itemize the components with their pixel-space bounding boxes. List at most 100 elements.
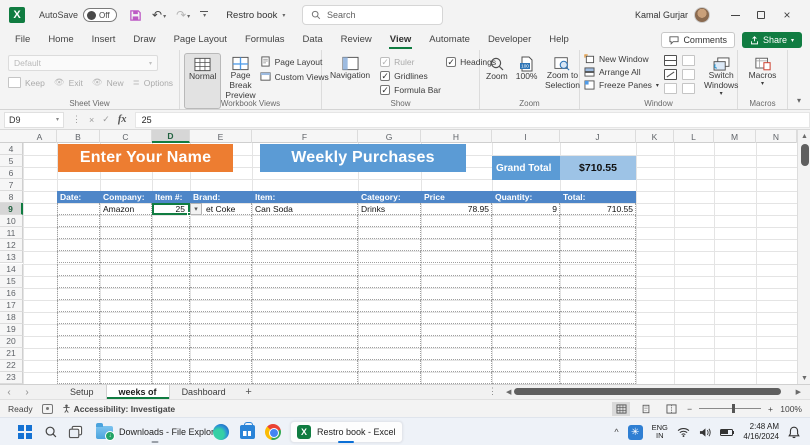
table-cell-D10[interactable]	[152, 215, 190, 227]
table-cell-D18[interactable]	[152, 312, 190, 324]
sheet-tab-weeks-of[interactable]: weeks of	[106, 385, 170, 399]
column-header-C[interactable]: C	[100, 130, 152, 143]
table-cell-E14[interactable]	[190, 264, 252, 276]
table-cell-B23[interactable]	[57, 372, 100, 384]
exit-sheet-view-button[interactable]: 👁Exit	[54, 77, 83, 88]
data-validation-dropdown[interactable]: ▾	[190, 203, 202, 215]
row-header-14[interactable]: 14	[0, 264, 23, 276]
table-cell-J14[interactable]	[560, 264, 636, 276]
table-cell-I23[interactable]	[492, 372, 560, 384]
table-cell-H13[interactable]	[421, 251, 492, 263]
table-header-price[interactable]: Price	[421, 191, 492, 203]
table-cell-C12[interactable]	[100, 239, 152, 251]
table-header-item[interactable]: Item:	[252, 191, 358, 203]
table-cell-I18[interactable]	[492, 312, 560, 324]
sheet-tab-dashboard[interactable]: Dashboard	[170, 385, 238, 399]
new-window-button[interactable]: New Window	[584, 54, 659, 64]
column-header-K[interactable]: K	[636, 130, 674, 143]
zoom-slider[interactable]	[699, 408, 761, 409]
row-header-11[interactable]: 11	[0, 227, 23, 239]
table-cell-C11[interactable]	[100, 227, 152, 239]
zoom-in-button[interactable]: +	[768, 404, 773, 414]
table-cell-B13[interactable]	[57, 251, 100, 263]
table-cell-H17[interactable]	[421, 300, 492, 312]
comments-button[interactable]: Comments	[661, 32, 735, 48]
table-cell-J21[interactable]	[560, 348, 636, 360]
table-cell-H20[interactable]	[421, 336, 492, 348]
table-cell-I10[interactable]	[492, 215, 560, 227]
row-header-8[interactable]: 8	[0, 191, 23, 203]
table-cell-C20[interactable]	[100, 336, 152, 348]
table-cell-B18[interactable]	[57, 312, 100, 324]
table-cell-J15[interactable]	[560, 276, 636, 288]
table-cell-H22[interactable]	[421, 360, 492, 372]
prev-sheet-button[interactable]: ‹	[0, 385, 18, 399]
table-cell-G11[interactable]	[358, 227, 421, 239]
cell-E9[interactable]: et Coke	[203, 203, 252, 215]
notification-bell-icon[interactable]	[788, 426, 800, 439]
formula-bar-checkbox[interactable]: ✓Formula Bar	[380, 83, 446, 97]
table-cell-H23[interactable]	[421, 372, 492, 384]
freeze-panes-button[interactable]: Freeze Panes ▾	[584, 80, 659, 90]
row-header-10[interactable]: 10	[0, 215, 23, 227]
table-cell-I17[interactable]	[492, 300, 560, 312]
ribbon-tab-automate[interactable]: Automate	[420, 31, 479, 49]
table-cell-J22[interactable]	[560, 360, 636, 372]
autosave-control[interactable]: AutoSave Off	[39, 8, 117, 22]
unhide-window-button[interactable]	[664, 83, 677, 94]
row-header-17[interactable]: 17	[0, 300, 23, 312]
column-header-H[interactable]: H	[421, 130, 492, 143]
ribbon-tab-data[interactable]: Data	[294, 31, 332, 49]
table-cell-H10[interactable]	[421, 215, 492, 227]
table-cell-G13[interactable]	[358, 251, 421, 263]
sheet-view-select[interactable]: Default ▾	[8, 55, 158, 71]
ribbon-tab-home[interactable]: Home	[39, 31, 82, 49]
page-break-status-button[interactable]	[662, 402, 680, 416]
table-cell-D23[interactable]	[152, 372, 190, 384]
table-cell-C13[interactable]	[100, 251, 152, 263]
ribbon-tab-page-layout[interactable]: Page Layout	[165, 31, 236, 49]
restore-button[interactable]	[748, 4, 774, 26]
ribbon-tab-formulas[interactable]: Formulas	[236, 31, 294, 49]
row-header-4[interactable]: 4	[0, 143, 23, 155]
worksheet-grid[interactable]: ABCDEFGHIJKLMN 4567891011121314151617181…	[0, 130, 810, 384]
scrollbar-resize-handle[interactable]: ⋮	[488, 386, 497, 397]
minimize-button[interactable]	[722, 4, 748, 26]
insert-function-button[interactable]: fx	[118, 114, 127, 125]
view-side-by-side-button[interactable]	[682, 55, 695, 66]
row-header-6[interactable]: 6	[0, 167, 23, 179]
workbook-title[interactable]: Restro book ▾	[226, 10, 285, 21]
table-cell-F13[interactable]	[252, 251, 358, 263]
table-cell-D14[interactable]	[152, 264, 190, 276]
table-cell-I22[interactable]	[492, 360, 560, 372]
ribbon-tab-developer[interactable]: Developer	[479, 31, 540, 49]
excel-app-icon[interactable]: X	[9, 7, 25, 23]
table-cell-G16[interactable]	[358, 288, 421, 300]
table-cell-F21[interactable]	[252, 348, 358, 360]
name-box[interactable]: D9 ▾	[4, 112, 64, 128]
row-header-20[interactable]: 20	[0, 336, 23, 348]
table-cell-C15[interactable]	[100, 276, 152, 288]
table-cell-C18[interactable]	[100, 312, 152, 324]
table-cell-H11[interactable]	[421, 227, 492, 239]
speaker-icon[interactable]	[699, 427, 711, 438]
table-header-date[interactable]: Date:	[57, 191, 100, 203]
row-header-15[interactable]: 15	[0, 276, 23, 288]
table-cell-J19[interactable]	[560, 324, 636, 336]
scroll-up-icon[interactable]: ▲	[798, 130, 810, 142]
table-cell-J16[interactable]	[560, 288, 636, 300]
table-cell-E11[interactable]	[190, 227, 252, 239]
row-header-16[interactable]: 16	[0, 288, 23, 300]
table-cell-H18[interactable]	[421, 312, 492, 324]
row-header-19[interactable]: 19	[0, 324, 23, 336]
column-header-J[interactable]: J	[560, 130, 636, 143]
table-cell-B22[interactable]	[57, 360, 100, 372]
account-menu[interactable]: Kamal Gurjar	[635, 7, 710, 23]
column-header-E[interactable]: E	[190, 130, 252, 143]
ribbon-tab-draw[interactable]: Draw	[124, 31, 164, 49]
vertical-scroll-thumb[interactable]	[801, 144, 809, 166]
table-cell-C21[interactable]	[100, 348, 152, 360]
weekly-purchases-banner[interactable]: Weekly Purchases	[260, 144, 466, 172]
table-cell-I19[interactable]	[492, 324, 560, 336]
table-cell-D22[interactable]	[152, 360, 190, 372]
